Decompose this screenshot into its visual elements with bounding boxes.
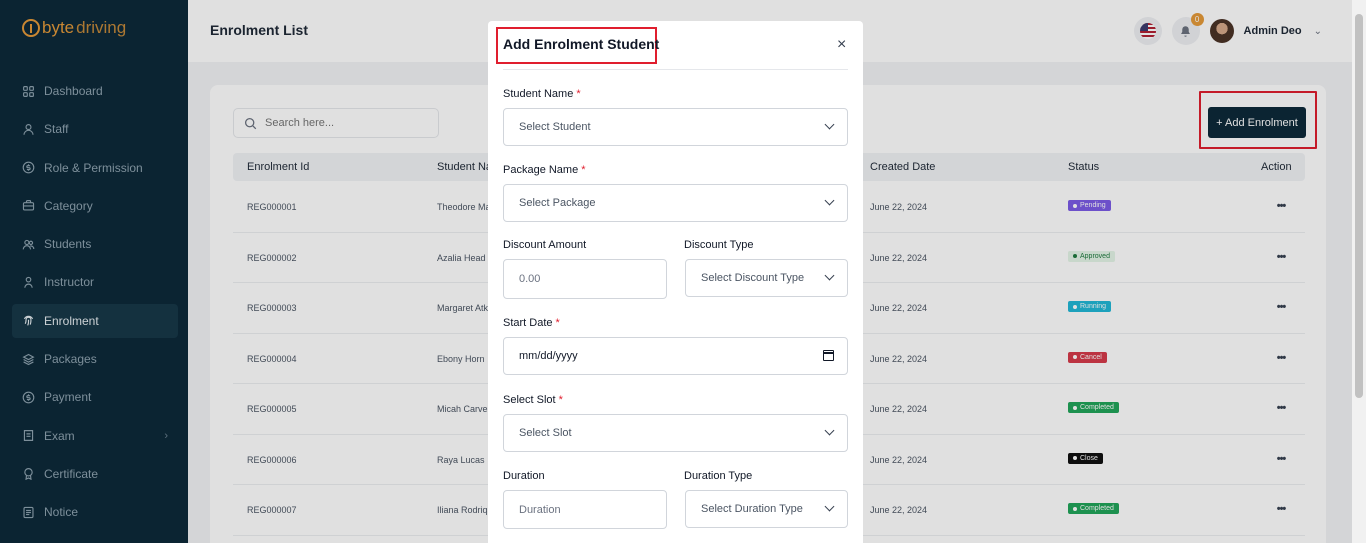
- discount-type-select[interactable]: Select Discount Type: [685, 259, 848, 297]
- required-mark: *: [581, 164, 586, 176]
- student-select[interactable]: Select Student: [503, 108, 848, 146]
- discount-amount-field[interactable]: 0.00: [503, 259, 667, 299]
- required-mark: *: [576, 88, 581, 100]
- scrollbar[interactable]: [1352, 0, 1366, 543]
- start-date-placeholder: mm/dd/yyyy: [519, 350, 578, 362]
- close-icon[interactable]: ×: [837, 36, 846, 54]
- duration-type-label: Duration Type: [684, 470, 753, 482]
- duration-type-select[interactable]: Select Duration Type: [685, 490, 848, 528]
- required-mark: *: [555, 317, 560, 329]
- calendar-icon[interactable]: [823, 350, 834, 361]
- required-mark: *: [558, 394, 563, 406]
- discount-type-value: Select Discount Type: [701, 272, 805, 284]
- duration-field[interactable]: Duration: [503, 490, 667, 529]
- chevron-down-icon: [824, 501, 835, 512]
- discount-type-label: Discount Type: [684, 239, 754, 251]
- student-select-value: Select Student: [519, 121, 591, 133]
- student-name-label: Student Name *: [503, 88, 581, 100]
- duration-label: Duration: [503, 470, 545, 482]
- chevron-down-icon: [824, 425, 835, 436]
- duration-type-value: Select Duration Type: [701, 503, 803, 515]
- select-slot-label: Select Slot *: [503, 394, 563, 406]
- package-select-value: Select Package: [519, 197, 596, 209]
- modal-title: Add Enrolment Student: [503, 36, 660, 52]
- chevron-down-icon: [824, 270, 835, 281]
- chevron-down-icon: [824, 195, 835, 206]
- slot-select[interactable]: Select Slot: [503, 414, 848, 452]
- chevron-down-icon: [824, 119, 835, 130]
- package-name-label: Package Name *: [503, 164, 586, 176]
- package-select[interactable]: Select Package: [503, 184, 848, 222]
- discount-amount-label: Discount Amount: [503, 239, 587, 251]
- start-date-label: Start Date *: [503, 317, 560, 329]
- add-enrolment-modal: Add Enrolment Student × Student Name * Se…: [488, 21, 863, 543]
- start-date-input[interactable]: mm/dd/yyyy: [503, 337, 848, 375]
- slot-select-value: Select Slot: [519, 427, 572, 439]
- modal-divider: [503, 69, 848, 70]
- scrollbar-thumb[interactable]: [1355, 14, 1363, 398]
